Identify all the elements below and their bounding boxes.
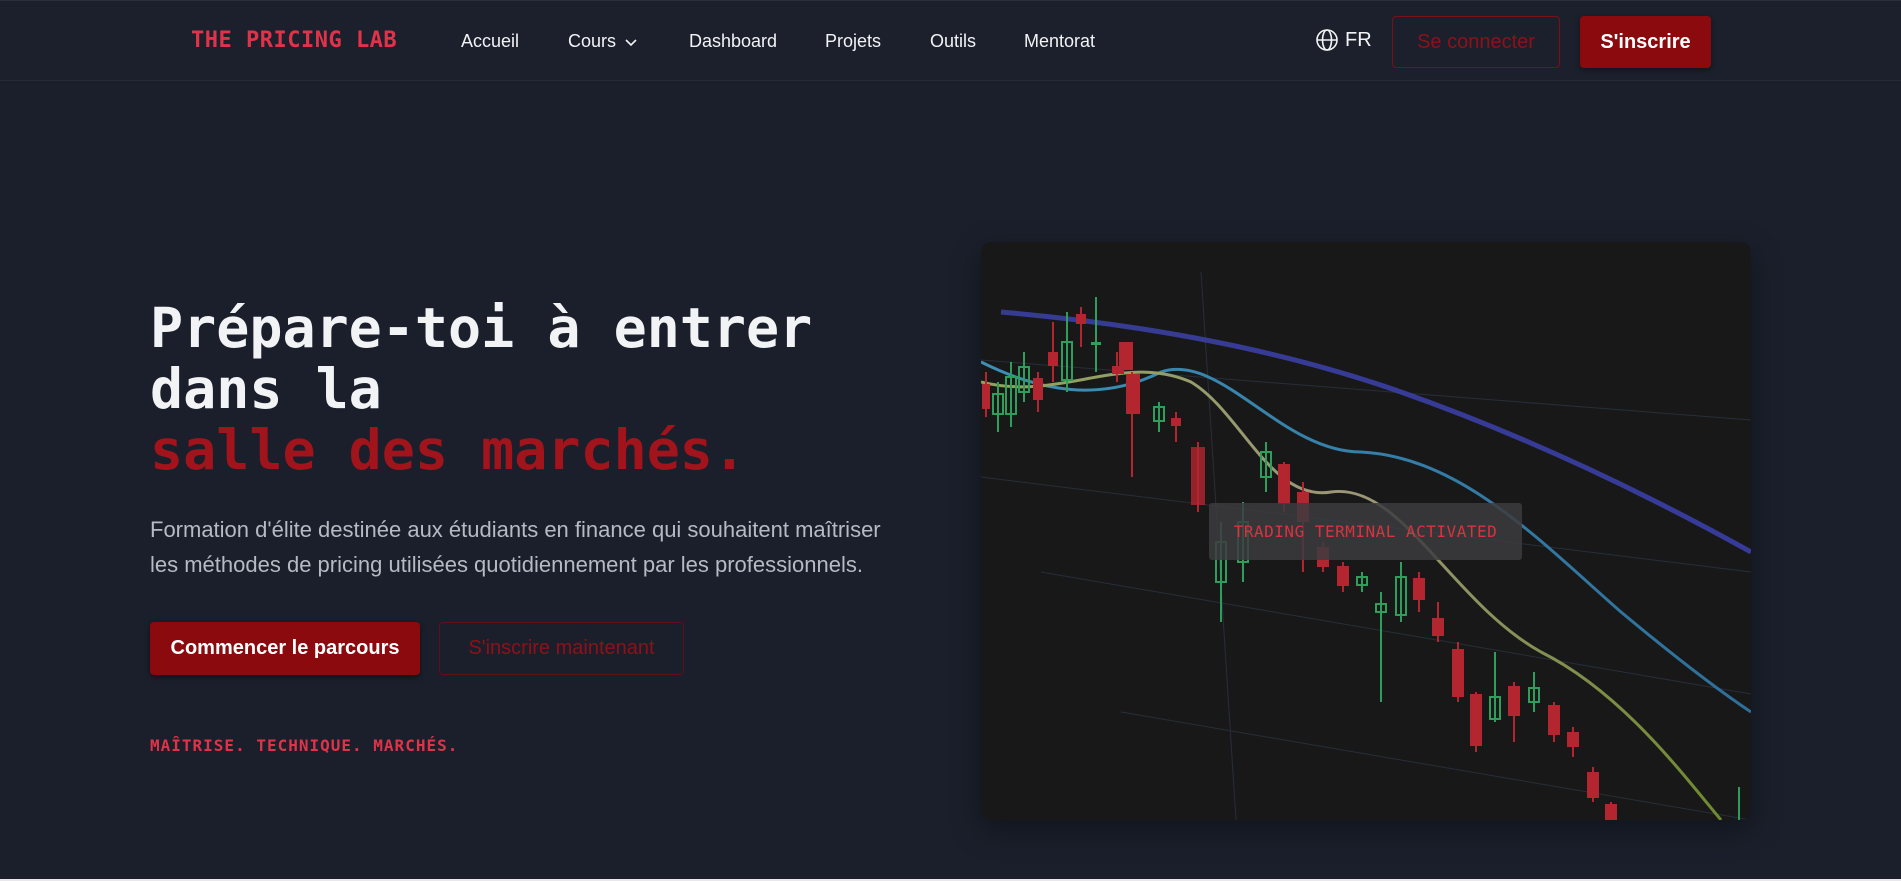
chevron-down-icon <box>624 32 638 53</box>
start-course-button[interactable]: Commencer le parcours <box>150 622 420 675</box>
hero-title-line-1: Prépare-toi à entrer <box>150 296 813 360</box>
login-button[interactable]: Se connecter <box>1392 16 1560 68</box>
signup-button[interactable]: S'inscrire <box>1580 16 1711 68</box>
nav-item-dashboard[interactable]: Dashboard <box>689 31 777 52</box>
globe-icon <box>1316 29 1338 51</box>
hero-title-accent: salle des marchés. <box>150 418 747 482</box>
hero-tagline: MAÎTRISE. TECHNIQUE. MARCHÉS. <box>150 736 459 755</box>
top-navigation-bar: THE PRICING LAB Accueil Cours Dashboard … <box>0 0 1901 81</box>
nav-item-outils[interactable]: Outils <box>930 31 976 52</box>
language-label: FR <box>1345 28 1372 51</box>
hero-title: Prépare-toi à entrer dans la salle des m… <box>150 298 950 481</box>
nav-item-mentorat[interactable]: Mentorat <box>1024 31 1095 52</box>
hero-title-line-2: dans la <box>150 357 382 421</box>
brand-logo[interactable]: THE PRICING LAB <box>191 28 397 53</box>
nav-item-cours-label: Cours <box>568 31 617 51</box>
nav-item-accueil[interactable]: Accueil <box>461 31 519 52</box>
trading-terminal-image: TRADING TERMINAL ACTIVATED <box>981 242 1751 820</box>
nav-item-projets[interactable]: Projets <box>825 31 881 52</box>
nav-item-cours[interactable]: Cours <box>568 31 638 53</box>
terminal-status-badge: TRADING TERMINAL ACTIVATED <box>1209 503 1522 560</box>
register-now-button[interactable]: S'inscrire maintenant <box>439 622 684 675</box>
hero-description: Formation d'élite destinée aux étudiants… <box>150 517 881 577</box>
language-selector[interactable]: FR <box>1315 28 1372 52</box>
